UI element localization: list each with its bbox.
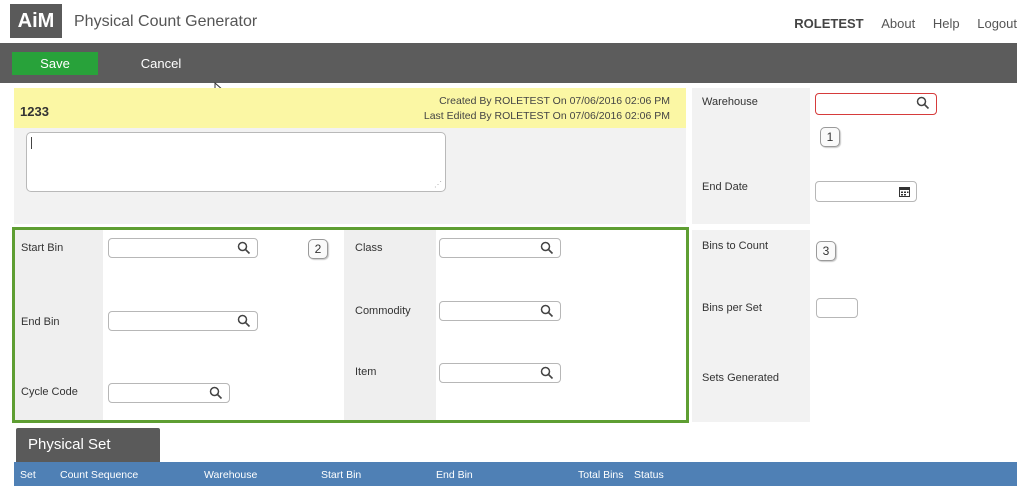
class-label: Class	[355, 242, 383, 254]
search-icon[interactable]	[916, 96, 930, 110]
bins-per-set-input[interactable]	[816, 298, 858, 318]
search-icon[interactable]	[540, 304, 554, 318]
column-header-warehouse[interactable]: Warehouse	[204, 469, 257, 481]
resize-grip-icon[interactable]: ⋰	[434, 180, 442, 189]
bins-summary-panel: Bins to Count 3 Bins per Set Sets Genera…	[692, 230, 1017, 422]
sets-generated-label: Sets Generated	[702, 372, 780, 384]
end-bin-label: End Bin	[21, 316, 60, 328]
warehouse-label: Warehouse	[702, 96, 758, 108]
physical-set-table-header: Set Count Sequence Warehouse Start Bin E…	[14, 462, 1017, 486]
column-header-status[interactable]: Status	[634, 469, 664, 481]
column-header-count-sequence[interactable]: Count Sequence	[60, 469, 138, 481]
save-button[interactable]: Save	[12, 52, 98, 75]
user-name-link[interactable]: ROLETEST	[794, 16, 863, 31]
search-icon[interactable]	[237, 241, 251, 255]
item-lookup[interactable]	[439, 363, 561, 383]
column-header-start-bin[interactable]: Start Bin	[321, 469, 361, 481]
search-icon[interactable]	[540, 241, 554, 255]
column-header-set[interactable]: Set	[20, 469, 36, 481]
record-header: 1233 Created By ROLETEST On 07/06/2016 0…	[14, 88, 686, 128]
last-edited-text: Last Edited By ROLETEST On 07/06/2016 02…	[423, 110, 670, 122]
app-header: AiM Physical Count Generator ROLETEST Ab…	[0, 0, 1017, 43]
record-id: 1233	[20, 104, 49, 119]
search-icon[interactable]	[540, 366, 554, 380]
filter-label-column-right	[344, 230, 436, 420]
search-icon[interactable]	[237, 314, 251, 328]
step-badge-3: 3	[816, 241, 836, 261]
cycle-code-label: Cycle Code	[21, 386, 78, 398]
start-bin-lookup[interactable]	[108, 238, 258, 258]
bins-to-count-label: Bins to Count	[702, 240, 769, 252]
audit-info: Created By ROLETEST On 07/06/2016 02:06 …	[424, 94, 670, 124]
aim-logo[interactable]: AiM	[10, 4, 62, 38]
item-label: Item	[355, 366, 377, 378]
commodity-label: Commodity	[355, 305, 411, 317]
action-toolbar: Save Cancel	[0, 43, 1017, 83]
text-caret	[31, 137, 32, 149]
column-header-total-bins[interactable]: Total Bins	[578, 469, 624, 481]
label-column	[692, 88, 810, 224]
cycle-code-lookup[interactable]	[108, 383, 230, 403]
search-icon[interactable]	[209, 386, 223, 400]
commodity-lookup[interactable]	[439, 301, 561, 321]
logout-link[interactable]: Logout	[977, 16, 1017, 31]
created-by-text: Created By ROLETEST On 07/06/2016 02:06 …	[439, 95, 670, 107]
bins-per-set-label: Bins per Set	[702, 302, 762, 314]
warehouse-lookup[interactable]	[815, 93, 937, 115]
help-link[interactable]: Help	[933, 16, 960, 31]
calendar-icon[interactable]	[899, 186, 910, 197]
bin-filter-section: Start Bin 2 End Bin Cycle Code Class Com…	[12, 227, 689, 423]
top-nav: ROLETEST About Help Logout	[794, 16, 1017, 31]
end-bin-lookup[interactable]	[108, 311, 258, 331]
start-bin-label: Start Bin	[21, 242, 64, 254]
step-badge-2: 2	[308, 239, 328, 259]
tab-physical-set[interactable]: Physical Set	[16, 428, 160, 462]
page-title: Physical Count Generator	[74, 13, 258, 30]
label-column	[692, 230, 810, 422]
class-lookup[interactable]	[439, 238, 561, 258]
record-panel: 1233 Created By ROLETEST On 07/06/2016 0…	[14, 88, 686, 224]
cancel-button[interactable]: Cancel	[118, 52, 204, 75]
step-badge-1: 1	[820, 127, 840, 147]
end-date-field[interactable]	[815, 181, 917, 202]
column-header-end-bin[interactable]: End Bin	[436, 469, 473, 481]
warehouse-panel: Warehouse 1 End Date	[692, 88, 1017, 224]
description-textarea[interactable]: ⋰	[26, 132, 446, 192]
about-link[interactable]: About	[881, 16, 915, 31]
end-date-label: End Date	[702, 181, 748, 193]
